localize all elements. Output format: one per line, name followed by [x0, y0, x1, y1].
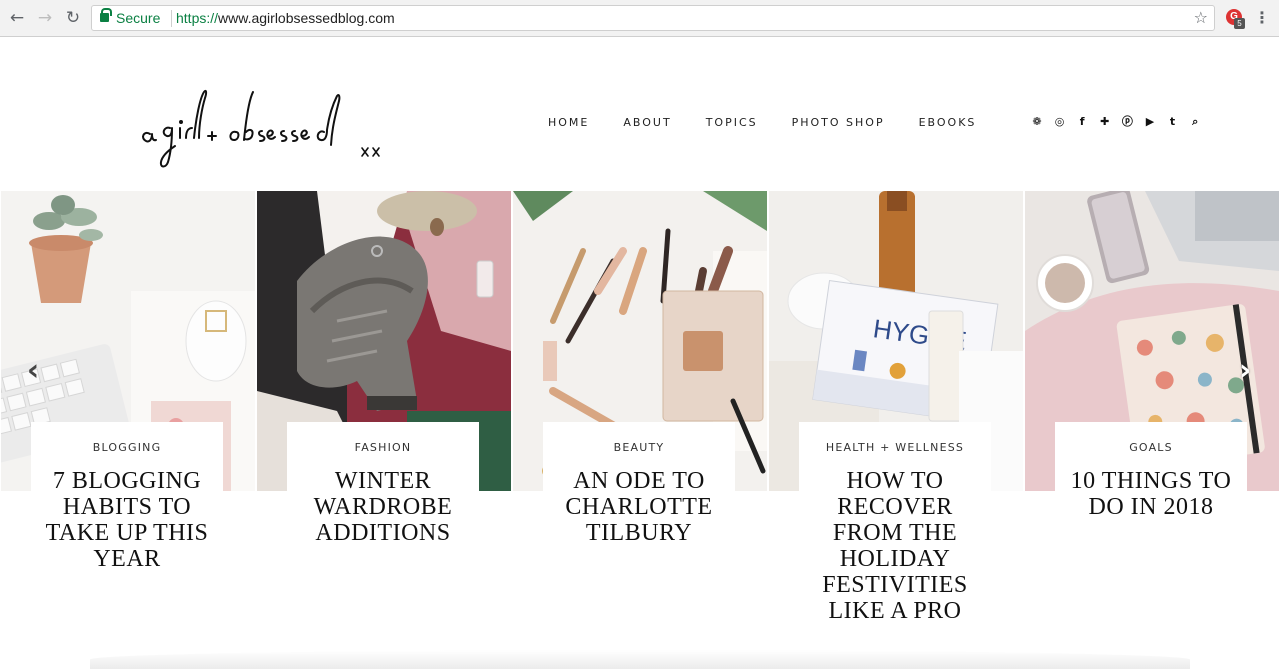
- back-icon[interactable]: ←: [7, 8, 27, 28]
- address-separator: [171, 10, 172, 27]
- post-title[interactable]: 7 BLOGGING HABITS TO TAKE UP THIS YEAR: [31, 468, 223, 572]
- nav-ebooks[interactable]: EBOOKS: [919, 116, 977, 129]
- instagram-icon[interactable]: ◎: [1053, 115, 1067, 129]
- post-category[interactable]: FASHION: [287, 441, 479, 454]
- pinterest-icon[interactable]: ⓟ: [1120, 115, 1134, 129]
- bloglovin-icon[interactable]: ✚: [1098, 115, 1112, 129]
- twitter-icon[interactable]: ❁: [1030, 115, 1044, 129]
- reload-icon[interactable]: ↻: [63, 8, 83, 28]
- nav-home[interactable]: HOME: [548, 116, 589, 129]
- youtube-icon[interactable]: ▶: [1143, 115, 1157, 129]
- social-links: ❁ ◎ f ✚ ⓟ ▶ t ⌕: [1030, 115, 1211, 129]
- browser-toolbar: ← → ↻ Secure https://www.agirlobsessedbl…: [0, 0, 1279, 37]
- site-logo[interactable]: [140, 70, 390, 182]
- post-title[interactable]: 10 THINGS TO DO IN 2018: [1055, 468, 1247, 520]
- post-title[interactable]: AN ODE TO CHARLOTTE TILBURY: [543, 468, 735, 546]
- post-card-wellness[interactable]: HEALTH + WELLNESS HOW TO RECOVER FROM TH…: [799, 422, 991, 624]
- post-card-beauty[interactable]: BEAUTY AN ODE TO CHARLOTTE TILBURY: [543, 422, 735, 546]
- post-category[interactable]: BEAUTY: [543, 441, 735, 454]
- post-card-goals[interactable]: GOALS 10 THINGS TO DO IN 2018: [1055, 422, 1247, 520]
- featured-posts-slider: HYGGE BLOGGING 7 BLOGGING HABITS TO TAKE…: [0, 191, 1279, 669]
- url-scheme: https://: [176, 10, 219, 26]
- forward-icon[interactable]: →: [35, 8, 55, 28]
- search-icon[interactable]: ⌕: [1188, 115, 1202, 129]
- slider-next-icon[interactable]: ›: [1234, 356, 1256, 386]
- nav-photo-shop[interactable]: PHOTO SHOP: [792, 116, 885, 129]
- bookmark-star-icon[interactable]: ☆: [1194, 8, 1208, 27]
- main-nav: HOME ABOUT TOPICS PHOTO SHOP EBOOKS: [548, 116, 1010, 129]
- post-title[interactable]: WINTER WARDROBE ADDITIONS: [287, 468, 479, 546]
- secure-label: Secure: [116, 10, 161, 26]
- slider-prev-icon[interactable]: ‹: [22, 356, 44, 386]
- url-text[interactable]: https://www.agirlobsessedblog.com: [176, 10, 395, 26]
- url-host: www.agirlobsessedblog.com: [218, 10, 395, 26]
- lock-icon: [100, 8, 112, 22]
- post-title[interactable]: HOW TO RECOVER FROM THE HOLIDAY FESTIVIT…: [799, 468, 991, 624]
- post-category[interactable]: GOALS: [1055, 441, 1247, 454]
- post-card-blogging[interactable]: BLOGGING 7 BLOGGING HABITS TO TAKE UP TH…: [31, 422, 223, 572]
- nav-about[interactable]: ABOUT: [623, 116, 671, 129]
- browser-menu-icon[interactable]: ⋮: [1254, 8, 1270, 28]
- facebook-icon[interactable]: f: [1075, 115, 1089, 129]
- extension-badge: 5: [1234, 18, 1245, 29]
- address-bar[interactable]: Secure https://www.agirlobsessedblog.com…: [91, 5, 1215, 31]
- post-card-fashion[interactable]: FASHION WINTER WARDROBE ADDITIONS: [287, 422, 479, 546]
- post-category[interactable]: BLOGGING: [31, 441, 223, 454]
- logo-lettering: [142, 89, 380, 168]
- nav-topics[interactable]: TOPICS: [706, 116, 758, 129]
- page-bottom-shadow: [90, 650, 1190, 669]
- tumblr-icon[interactable]: t: [1166, 115, 1180, 129]
- post-category[interactable]: HEALTH + WELLNESS: [799, 441, 991, 454]
